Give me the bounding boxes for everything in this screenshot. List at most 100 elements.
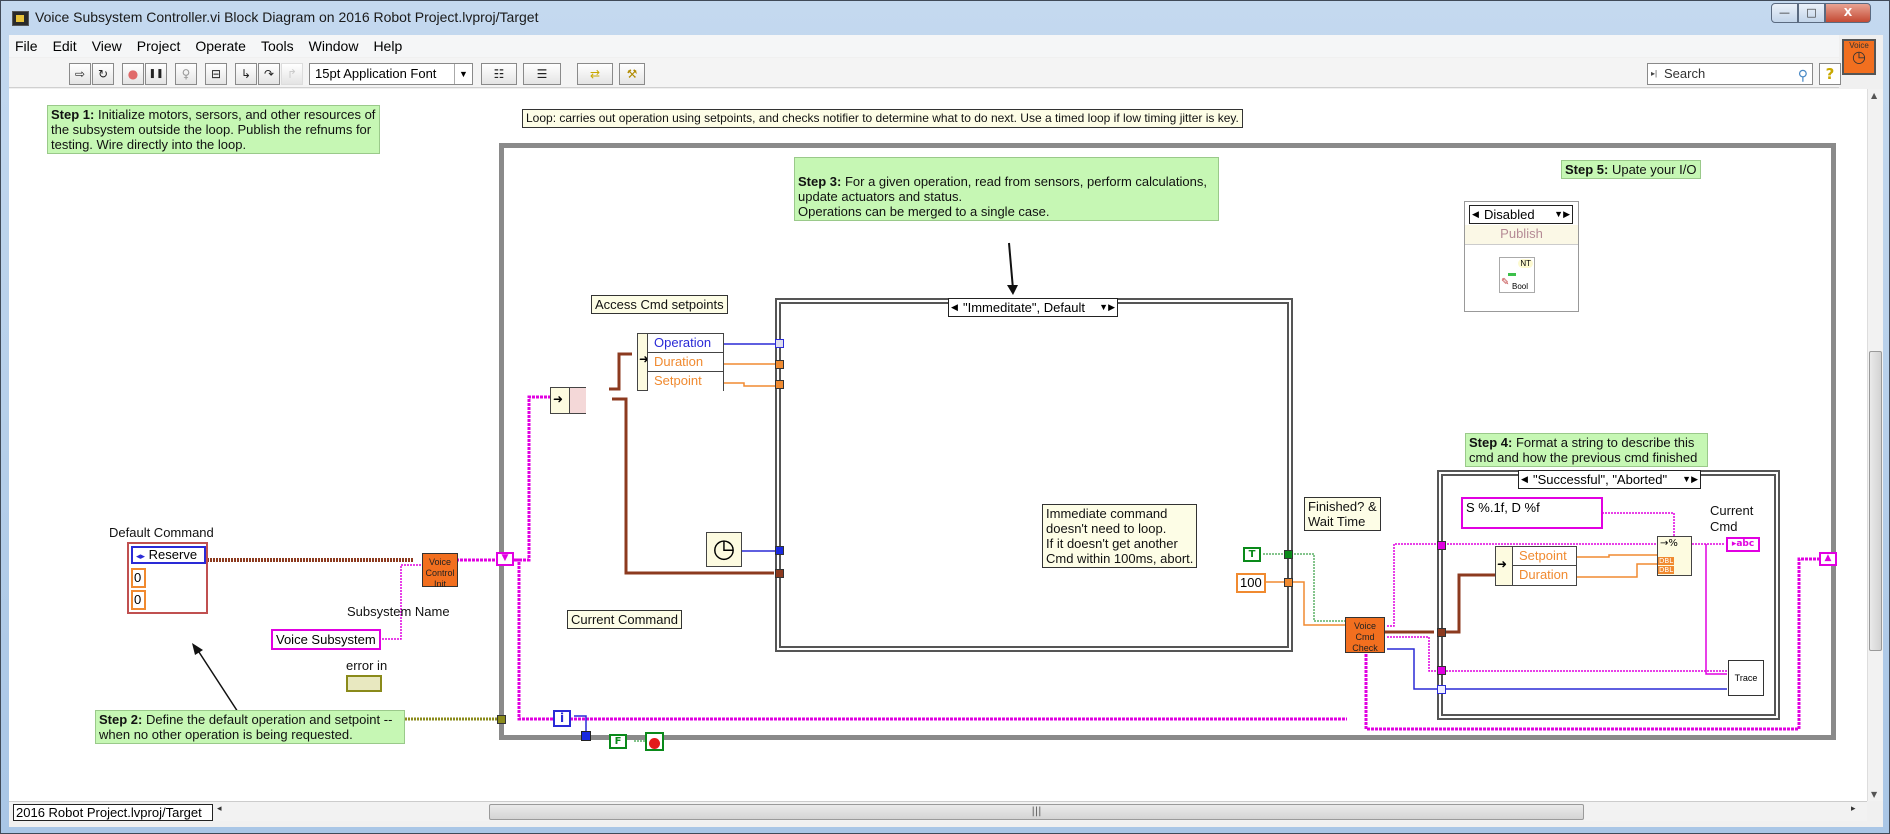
menu-tools[interactable]: Tools [261, 38, 294, 54]
format-into-string-node[interactable]: →% DBL DBL [1657, 536, 1692, 576]
prev-case-icon[interactable]: ◀ [1472, 206, 1479, 223]
unbundle-duration[interactable]: Duration [647, 353, 723, 372]
wait-time-constant[interactable]: 100 [1236, 573, 1266, 593]
search-input[interactable]: ▸| Search ⚲ [1647, 63, 1813, 85]
step-into-icon[interactable]: ↳ [235, 63, 257, 85]
highlight-execution-icon[interactable]: ♀ [175, 63, 197, 85]
default-command-cluster[interactable]: ◂▸ Reserve ▼ 0 0 [127, 542, 208, 614]
horizontal-scroll-thumb[interactable]: ||| [489, 804, 1584, 820]
vertical-scroll-thumb[interactable] [1869, 351, 1882, 651]
menu-edit[interactable]: Edit [53, 38, 77, 54]
application-instance-label[interactable]: 2016 Robot Project.lvproj/Target [13, 804, 213, 821]
trace-subvi[interactable]: Trace [1728, 660, 1764, 696]
operation-enum[interactable]: ◂▸ Reserve ▼ [131, 546, 206, 576]
block-diagram[interactable]: Step 1: Initialize motors, sersors, and … [9, 89, 1867, 801]
align-objects-icon[interactable]: ☷ [481, 63, 517, 85]
timer-tunnel [775, 546, 784, 555]
distribute-objects-icon[interactable]: ☰ [523, 63, 561, 85]
case-selector-status[interactable]: ◀ "Successful", "Aborted" ▼▶ [1518, 470, 1701, 489]
enum-increment-icon[interactable]: ◂▸ [136, 551, 145, 561]
scroll-down-arrow-icon[interactable]: ▼ [1871, 790, 1877, 799]
run-arrow-icon[interactable]: ⇨ [69, 63, 91, 85]
step-over-icon[interactable]: ↷ [258, 63, 280, 85]
step2-text: Define the default operation and setpoin… [99, 712, 393, 742]
close-button[interactable]: X [1825, 3, 1871, 23]
scroll-right-arrow-icon[interactable]: ▸ [1851, 804, 1856, 814]
pause-icon[interactable]: ❚❚ [145, 63, 167, 85]
true-constant[interactable]: T [1243, 547, 1261, 562]
publish-label: Publish [1465, 225, 1578, 245]
unbundle-by-name-status[interactable]: ➜ Setpoint Duration [1495, 546, 1577, 586]
title-bar: Voice Subsystem Controller.vi Block Diag… [1, 1, 1889, 35]
maximize-button[interactable]: □ [1798, 3, 1825, 23]
menu-help[interactable]: Help [373, 38, 402, 54]
voice-control-init-subvi[interactable]: Voice Control Init [422, 553, 458, 589]
step1-text: Initialize motors, sersors, and other re… [51, 107, 376, 152]
case-selector-operation[interactable]: ◀ "Immeditate", Default ▼▶ [948, 298, 1118, 317]
next-case-icon[interactable]: ▼▶ [1554, 206, 1570, 223]
menu-view[interactable]: View [92, 38, 122, 54]
unbundle-setpoint[interactable]: Setpoint [647, 372, 723, 391]
unbundle-operation[interactable]: Operation [647, 334, 723, 353]
unbundle-by-name-cmd[interactable]: ➜ Operation Duration Setpoint [637, 333, 724, 391]
operation-case-structure[interactable] [775, 298, 1293, 652]
tick-count-timer-icon[interactable]: ◷ [706, 532, 742, 567]
shift-register-left[interactable]: ▼ [496, 552, 514, 566]
vi-icon[interactable]: Voice ◷ [1842, 39, 1876, 75]
error-in-control[interactable] [346, 675, 382, 692]
step3-text: For a given operation, read from sensors… [798, 174, 1207, 219]
context-help-button[interactable]: ? [1819, 63, 1841, 85]
search-icon[interactable]: ⚲ [1798, 65, 1808, 85]
run-continuously-icon[interactable]: ↻ [92, 63, 114, 85]
prev-case-icon[interactable]: ◀ [951, 299, 958, 316]
scroll-up-arrow-icon[interactable]: ▲ [1871, 91, 1877, 100]
disabled-structure[interactable]: ◀ Disabled ▼▶ Publish NT Bool ✎ [1464, 201, 1579, 312]
menu-file[interactable]: File [15, 38, 38, 54]
search-placeholder: Search [1664, 66, 1706, 81]
node-arrow-icon: ➜ [553, 392, 564, 406]
menu-window[interactable]: Window [309, 38, 359, 54]
horizontal-scrollbar[interactable]: 2016 Robot Project.lvproj/Target ◂ ||| ▸ [9, 801, 1867, 821]
case1-selector-value: "Immeditate", Default [963, 300, 1085, 315]
search-options-icon[interactable]: ▸| [1651, 64, 1657, 84]
format-string-constant[interactable]: S %.1f, D %f [1461, 497, 1603, 529]
iteration-terminal[interactable]: i [553, 710, 571, 727]
current-cmd-label: Current Cmd [1710, 503, 1754, 534]
pencil-icon: ✎ [1501, 277, 1510, 288]
current-cmd-indicator[interactable]: ▸abc [1726, 537, 1760, 552]
subsystem-name-constant[interactable]: Voice Subsystem [271, 629, 381, 650]
prev-case-icon[interactable]: ◀ [1521, 471, 1528, 488]
case-selector-terminal [1437, 685, 1446, 694]
minimize-button[interactable]: — [1771, 3, 1798, 23]
labview-app-icon [12, 11, 29, 26]
retain-wire-values-icon[interactable]: ⊟ [205, 63, 227, 85]
scroll-left-arrow-icon[interactable]: ◂ [217, 804, 222, 814]
disabled-case-selector[interactable]: ◀ Disabled ▼▶ [1469, 205, 1573, 224]
duration-value[interactable]: 0 [131, 568, 146, 588]
step-out-icon[interactable]: ↱ [281, 63, 303, 85]
nt-bool-subvi[interactable]: NT Bool ✎ [1499, 257, 1535, 293]
next-case-icon[interactable]: ▼▶ [1682, 471, 1698, 488]
reorder-icon[interactable]: ⇄ [577, 63, 613, 85]
vertical-scrollbar[interactable]: ▲ ▼ [1867, 89, 1883, 801]
voice-cmd-check-subvi[interactable]: Voice Cmd Check [1345, 617, 1385, 653]
false-constant[interactable]: F [609, 734, 627, 749]
next-case-icon[interactable]: ▼▶ [1099, 299, 1115, 316]
cleanup-diagram-icon[interactable]: ⚒ [619, 63, 645, 85]
subsystem-name-label: Subsystem Name [347, 604, 450, 619]
unbundle-setpoint[interactable]: Setpoint [1512, 547, 1576, 566]
stop-icon [649, 738, 660, 749]
unbundle-duration[interactable]: Duration [1512, 566, 1576, 585]
setpoint-value[interactable]: 0 [131, 590, 146, 610]
cluster-tunnel [1437, 628, 1446, 637]
menu-operate[interactable]: Operate [195, 38, 246, 54]
shift-register-right[interactable]: ▲ [1819, 552, 1837, 566]
abort-icon[interactable]: ● [122, 63, 144, 85]
immediate-command-note: Immediate command doesn't need to loop. … [1042, 504, 1198, 568]
unbundle-arrow-icon: ➜ [1497, 557, 1508, 571]
get-notifier-node[interactable]: ➜ [550, 387, 586, 414]
font-selector[interactable]: 15pt Application Font ▼ [309, 63, 473, 85]
string-tunnel [1437, 541, 1446, 550]
menu-project[interactable]: Project [137, 38, 181, 54]
loop-stop-terminal[interactable] [645, 732, 664, 751]
